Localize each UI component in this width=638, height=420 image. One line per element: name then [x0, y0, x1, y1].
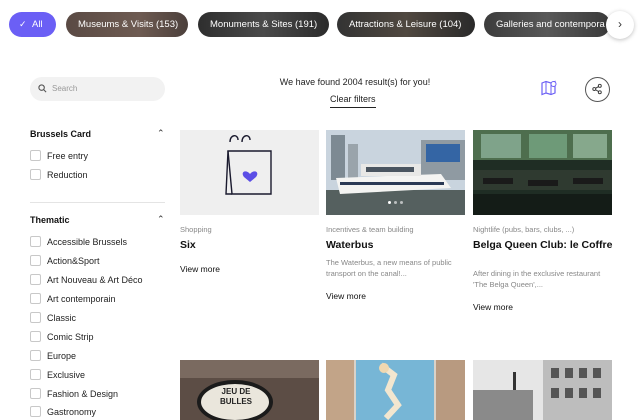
chevron-right-icon: › [618, 17, 622, 31]
chip-all[interactable]: ✓ All [9, 12, 56, 37]
checkbox[interactable] [30, 150, 41, 161]
filter-option[interactable]: Classic [30, 312, 76, 326]
chevron-up-icon[interactable]: ⌃ [157, 128, 165, 139]
checkbox[interactable] [30, 331, 41, 342]
clear-filters-link[interactable]: Clear filters [330, 94, 376, 108]
card-category: Nightlife (pubs, bars, clubs, ...) [473, 225, 575, 234]
card-image[interactable] [326, 130, 465, 215]
share-button[interactable] [585, 77, 610, 102]
shopping-bag-heart-icon [225, 135, 272, 195]
checkbox[interactable] [30, 293, 41, 304]
card-image[interactable]: JEU DE BULLES [180, 360, 319, 420]
divider [30, 202, 165, 203]
street-mural-photo [326, 360, 465, 420]
search-input[interactable]: Search [30, 77, 165, 101]
checkbox[interactable] [30, 388, 41, 399]
checkbox[interactable] [30, 274, 41, 285]
card-title[interactable]: Waterbus [326, 239, 466, 251]
card-image[interactable] [180, 130, 319, 215]
card-image[interactable] [473, 130, 612, 215]
filter-option[interactable]: Accessible Brussels [30, 236, 127, 250]
filter-option[interactable]: Free entry [30, 150, 88, 164]
check-icon: ✓ [19, 19, 27, 29]
checkbox[interactable] [30, 312, 41, 323]
checkbox[interactable] [30, 350, 41, 361]
results-count: We have found 2004 result(s) for you! [279, 77, 431, 87]
filter-option[interactable]: Fashion & Design [30, 388, 118, 402]
card-image[interactable] [326, 360, 465, 420]
filter-title-brussels-card: Brussels Card [30, 129, 92, 139]
checkbox[interactable] [30, 406, 41, 417]
filter-option[interactable]: Art Nouveau & Art Déco [30, 274, 143, 288]
filter-option[interactable]: Art contemporain [30, 293, 116, 307]
chip-attractions-leisure[interactable]: Attractions & Leisure (104) [337, 12, 475, 37]
view-more-link[interactable]: View more [180, 264, 220, 274]
checkbox[interactable] [30, 236, 41, 247]
sign-text: JEU DE BULLES [220, 387, 252, 406]
carousel-dots[interactable] [326, 191, 465, 209]
filter-option[interactable]: Comic Strip [30, 331, 94, 345]
card-description: The Waterbus, a new means of public tran… [326, 258, 452, 278]
building-bw-photo [473, 360, 612, 420]
filter-option[interactable]: Exclusive [30, 369, 85, 383]
card-category: Incentives & team building [326, 225, 414, 234]
filter-option[interactable]: Reduction [30, 169, 88, 183]
chips-next-button[interactable]: › [606, 11, 634, 39]
chevron-up-icon[interactable]: ⌃ [157, 214, 165, 225]
category-chip-bar: ✓ All Museums & Visits (153) Monuments & … [0, 0, 638, 48]
checkbox[interactable] [30, 255, 41, 266]
view-more-link[interactable]: View more [473, 302, 513, 312]
filter-option[interactable]: Action&Sport [30, 255, 100, 269]
share-icon [592, 83, 602, 95]
card-title[interactable]: Belga Queen Club: le Coffre [473, 239, 613, 251]
checkbox[interactable] [30, 169, 41, 180]
filter-option[interactable]: Europe [30, 350, 76, 364]
chip-monuments-sites[interactable]: Monuments & Sites (191) [198, 12, 329, 37]
card-description: After dining in the exclusive restaurant… [473, 269, 601, 289]
card-category: Shopping [180, 225, 212, 234]
chip-museums-visits[interactable]: Museums & Visits (153) [66, 12, 188, 37]
search-icon [38, 84, 47, 93]
chip-galleries[interactable]: Galleries and contempora [484, 12, 610, 37]
map-icon[interactable] [540, 79, 558, 97]
checkbox[interactable] [30, 369, 41, 380]
card-image[interactable] [473, 360, 612, 420]
filter-option[interactable]: Gastronomy [30, 406, 96, 420]
filter-title-thematic: Thematic [30, 215, 70, 225]
card-title[interactable]: Six [180, 239, 320, 251]
view-more-link[interactable]: View more [326, 291, 366, 301]
club-interior-photo [473, 130, 612, 215]
search-placeholder: Search [52, 84, 78, 93]
